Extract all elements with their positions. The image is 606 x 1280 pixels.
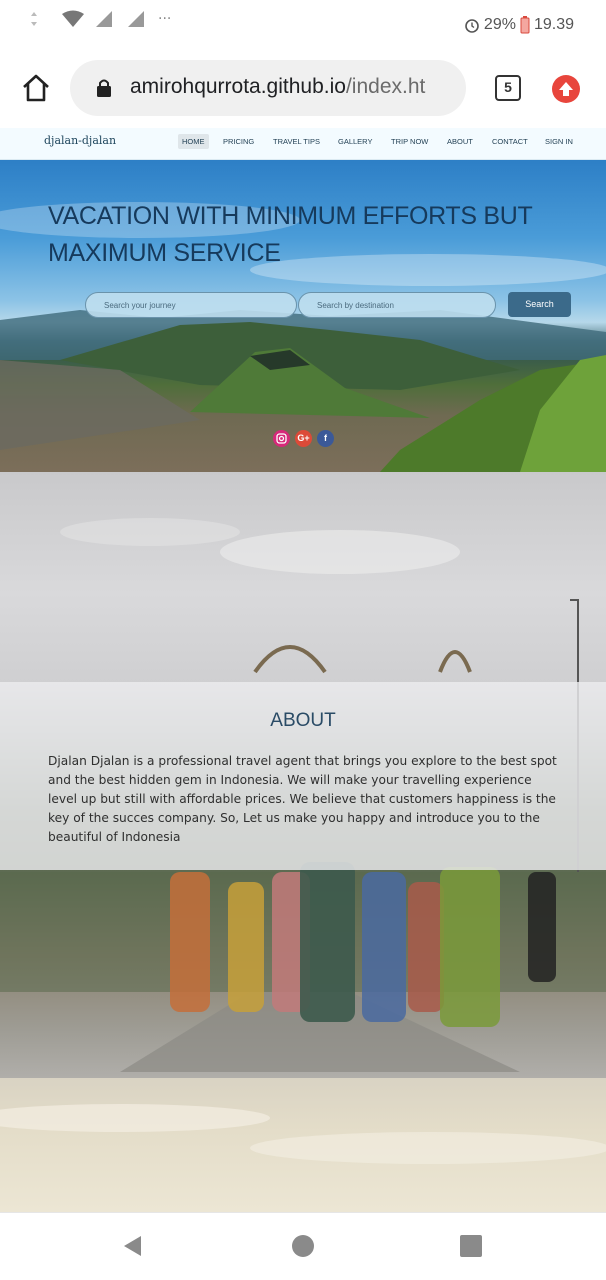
instagram-glyph <box>276 433 287 444</box>
battery-percent: 29% <box>483 16 516 33</box>
status-bar: ··· 29% 19.39 <box>0 0 606 50</box>
nav-home[interactable]: HOME <box>178 134 209 149</box>
search-destination-input[interactable]: Search by destination <box>298 292 496 318</box>
back-icon[interactable] <box>121 1234 145 1258</box>
home-icon[interactable] <box>20 72 52 104</box>
about-section: ABOUT Djalan Djalan is a professional tr… <box>0 472 606 1078</box>
signal-1-icon <box>96 11 112 27</box>
about-text: Djalan Djalan is a professional travel a… <box>48 754 557 844</box>
recent-apps-icon[interactable] <box>460 1235 482 1257</box>
lock-icon <box>97 79 111 97</box>
site-logo[interactable]: djalan-djalan <box>44 134 116 147</box>
search-journey-input[interactable]: Search your journey <box>85 292 297 318</box>
nav-sign-in[interactable]: SIGN IN <box>545 137 573 146</box>
about-panel: ABOUT Djalan Djalan is a professional tr… <box>0 682 606 870</box>
status-left: ··· <box>30 10 171 28</box>
home-circle-icon[interactable] <box>292 1235 314 1257</box>
instagram-icon[interactable] <box>273 430 290 447</box>
tab-switcher-button[interactable]: 5 <box>495 75 521 101</box>
next-section-background <box>0 1078 606 1212</box>
arrow-up-icon <box>559 82 573 96</box>
url-domain: amirohqurrota.github.io <box>130 75 346 98</box>
logo-text: djalan-djalan <box>44 134 117 147</box>
nav-travel-tips[interactable]: TRAVEL TIPS <box>273 137 320 146</box>
status-right: 29% 19.39 <box>464 16 574 34</box>
browser-toolbar: amirohqurrota.github.io/index.ht 5 <box>0 50 606 128</box>
search-button[interactable]: Search <box>508 292 571 317</box>
next-section-image <box>0 1104 606 1164</box>
nav-about[interactable]: ABOUT <box>447 137 473 146</box>
facebook-icon[interactable]: f <box>317 430 334 447</box>
alarm-icon <box>465 19 479 33</box>
wifi-icon <box>62 10 84 27</box>
more-notifications-icon: ··· <box>158 11 172 27</box>
nav-trip-now[interactable]: TRIP NOW <box>391 137 428 146</box>
url-path: /index.ht <box>345 75 426 98</box>
site-navbar: djalan-djalan HOME PRICING TRAVEL TIPS G… <box>0 128 606 160</box>
battery-icon <box>520 16 530 34</box>
nav-pricing[interactable]: PRICING <box>223 137 254 146</box>
hero-section: VACATION WITH MINIMUM EFFORTS BUT MAXIMU… <box>0 160 606 472</box>
android-nav-bar <box>0 1212 606 1280</box>
google-plus-icon[interactable]: G+ <box>295 430 312 447</box>
clock: 19.39 <box>533 16 574 33</box>
hero-title: VACATION WITH MINIMUM EFFORTS BUT MAXIMU… <box>48 202 533 267</box>
data-arrows-icon <box>31 12 37 26</box>
signal-2-icon <box>128 11 144 27</box>
nav-gallery[interactable]: GALLERY <box>338 137 372 146</box>
update-button[interactable] <box>552 75 580 103</box>
about-title: ABOUT <box>270 710 336 731</box>
url-text: amirohqurrota.github.io/index.ht <box>130 75 425 99</box>
address-bar[interactable]: amirohqurrota.github.io/index.ht <box>70 60 466 116</box>
nav-contact[interactable]: CONTACT <box>492 137 528 146</box>
